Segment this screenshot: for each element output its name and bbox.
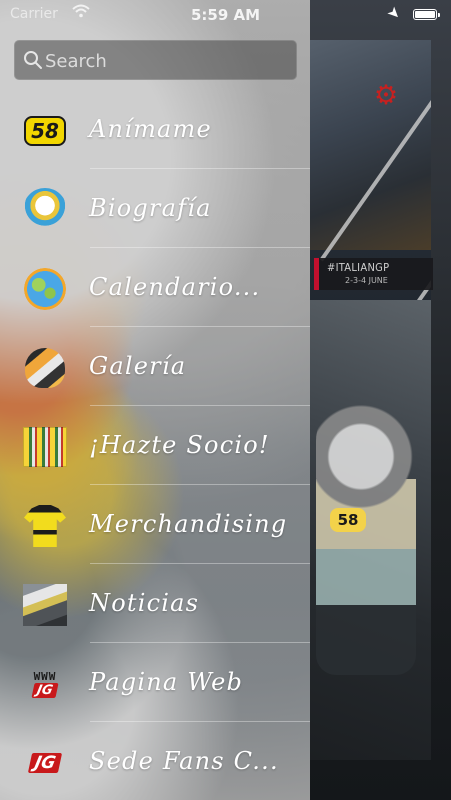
menu-item-biografia[interactable]: Biografía	[0, 169, 310, 248]
globe-icon	[23, 267, 67, 311]
helmet-icon	[23, 346, 67, 390]
event-banner[interactable]: #ITALIANGP 2-3-4 JUNE	[314, 258, 433, 290]
www-text: WWW	[33, 669, 57, 683]
shirt-art	[24, 505, 66, 547]
rider-figure	[316, 395, 416, 675]
menu-item-label: Biografía	[89, 194, 212, 222]
background-content	[300, 0, 451, 800]
helmet-art	[25, 348, 65, 388]
search-bar[interactable]	[14, 40, 297, 81]
battery-icon	[413, 9, 440, 20]
rooster-mascot-art	[23, 188, 67, 232]
news-photo-art	[23, 584, 67, 626]
globe-art	[24, 268, 66, 310]
search-icon	[24, 51, 42, 69]
menu-list: 58 Anímame Biografía Calendario... Galer…	[0, 90, 310, 800]
shirt-icon	[23, 504, 67, 548]
website-icon: WWW JG	[23, 662, 67, 706]
status-bar: Carrier 5:59 AM ➤	[0, 0, 451, 32]
bike-number: 58	[330, 508, 366, 532]
menu-item-label: Galería	[89, 352, 187, 380]
menu-item-label: Pagina Web	[89, 668, 244, 696]
fan-crowd-art	[23, 427, 67, 467]
side-menu-drawer: 58 Anímame Biografía Calendario... Galer…	[0, 0, 310, 800]
menu-item-label: Calendario...	[89, 273, 261, 301]
menu-item-calendario[interactable]: Calendario...	[0, 248, 310, 327]
battery-fill	[415, 11, 435, 18]
menu-item-pagina-web[interactable]: WWW JG Pagina Web	[0, 643, 310, 722]
news-photo-icon	[23, 583, 67, 627]
search-input[interactable]	[43, 41, 297, 81]
jg-logo-icon: JG	[23, 741, 67, 785]
number-58-badge: 58	[24, 116, 66, 146]
menu-item-merchandising[interactable]: Merchandising	[0, 485, 310, 564]
menu-item-label: Anímame	[89, 115, 212, 143]
event-dates: 2-3-4 JUNE	[345, 276, 388, 285]
menu-item-animame[interactable]: 58 Anímame	[0, 90, 310, 169]
jg-logo: JG	[27, 753, 63, 773]
menu-item-label: Sede Fans C...	[89, 747, 279, 775]
menu-item-label: Merchandising	[89, 510, 288, 538]
jg-logo: JG	[31, 682, 59, 698]
event-hashtag: #ITALIANGP	[327, 261, 390, 274]
fan-crowd-icon	[23, 425, 67, 469]
menu-item-sede-fans[interactable]: JG Sede Fans C...	[0, 722, 310, 800]
rooster-mascot-icon	[23, 188, 67, 232]
number-58-icon: 58	[23, 109, 67, 153]
menu-item-hazte-socio[interactable]: ¡Hazte Socio!	[0, 406, 310, 485]
menu-item-galeria[interactable]: Galería	[0, 327, 310, 406]
menu-item-label: Noticias	[89, 589, 200, 617]
main-content-card	[310, 40, 431, 760]
gear-icon[interactable]: ⚙	[372, 82, 400, 110]
track-photo	[310, 40, 431, 250]
menu-item-noticias[interactable]: Noticias	[0, 564, 310, 643]
menu-item-label: ¡Hazte Socio!	[89, 431, 270, 459]
